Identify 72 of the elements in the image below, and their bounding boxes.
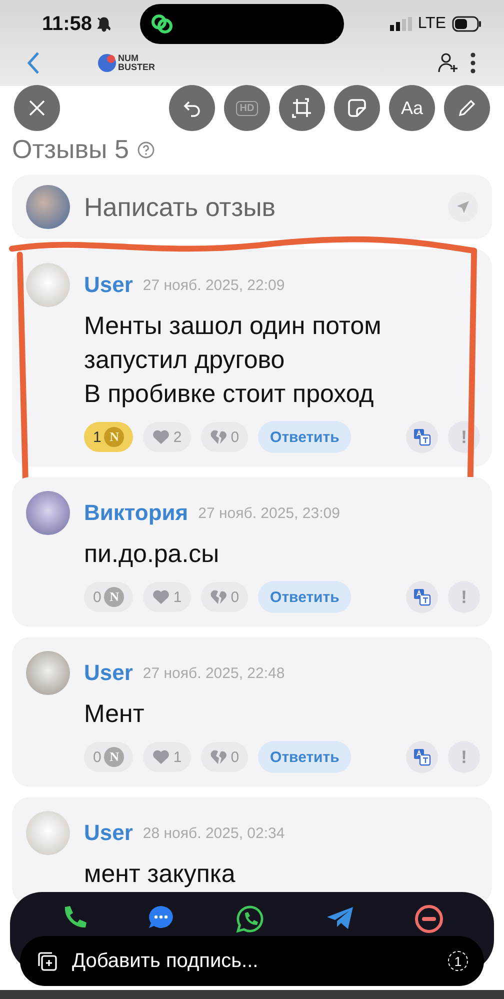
sticker-button[interactable] — [334, 85, 380, 131]
review-text: Менты зашол один потом запустил другово В пробивке стоит проход — [83, 311, 382, 410]
network-label: LTE — [418, 15, 446, 33]
translate-button[interactable] — [406, 581, 438, 613]
review-text: пи.до.ра.сы — [83, 539, 220, 570]
broken-heart-icon — [210, 589, 228, 605]
review-date: 27 нояб. 2025, 22:09 — [142, 276, 285, 294]
author-name[interactable]: Виктория — [84, 500, 188, 526]
crop-button[interactable] — [279, 85, 325, 131]
coin-button[interactable]: 0 N — [84, 742, 134, 772]
broken-heart-icon — [210, 749, 228, 765]
app-logo: NUM BUSTER — [118, 54, 156, 72]
author-name[interactable]: User — [84, 660, 133, 686]
sticker-icon — [347, 98, 367, 118]
close-button[interactable] — [14, 85, 60, 131]
phone-logo-icon — [98, 54, 116, 72]
report-button[interactable]: ! — [448, 581, 480, 613]
like-button[interactable]: 2 — [143, 422, 191, 452]
block-icon[interactable] — [414, 904, 444, 934]
add-media-icon[interactable] — [36, 950, 58, 972]
dislike-button[interactable]: 0 — [200, 582, 248, 612]
reply-button[interactable]: Ответить — [258, 741, 352, 773]
chat-phone-icon[interactable] — [234, 904, 265, 934]
review-date: 27 нояб. 2025, 22:48 — [142, 664, 285, 682]
review-date: 27 нояб. 2025, 23:09 — [198, 504, 340, 522]
muted-bell-icon — [96, 16, 112, 32]
report-button[interactable]: ! — [448, 741, 480, 773]
review-input-field[interactable]: Написать отзыв — [82, 190, 436, 224]
hd-button[interactable]: HD — [224, 85, 270, 131]
broken-heart-icon — [210, 429, 228, 445]
like-button[interactable]: 1 — [143, 742, 191, 772]
caption-field[interactable]: Добавить подпись... — [70, 948, 436, 974]
translate-icon — [413, 588, 431, 606]
review-text: мент закупка — [83, 859, 236, 890]
coin-button[interactable]: 1 N — [84, 422, 134, 452]
author-name[interactable]: User — [84, 820, 133, 846]
review-text: Мент — [83, 699, 146, 730]
avatar — [26, 185, 70, 229]
reply-button[interactable]: Ответить — [258, 581, 352, 613]
translate-button[interactable] — [406, 421, 438, 453]
text-button[interactable]: Aa — [389, 85, 435, 131]
close-icon — [28, 99, 46, 117]
status-time: 11:58 — [42, 12, 92, 36]
caption-bar[interactable]: Добавить подпись... 1 — [20, 936, 484, 986]
heart-icon — [152, 429, 170, 445]
battery-icon — [452, 16, 482, 32]
translate-icon — [413, 748, 431, 766]
review-date: 28 нояб. 2025, 02:34 — [142, 824, 285, 842]
avatar[interactable] — [26, 491, 70, 535]
more-icon[interactable] — [470, 51, 476, 75]
like-button[interactable]: 1 — [143, 582, 191, 612]
undo-button[interactable] — [169, 85, 215, 131]
heart-icon — [152, 749, 170, 765]
coin-button[interactable]: 0 N — [84, 582, 134, 612]
add-contact-icon[interactable] — [436, 51, 460, 75]
paper-plane-icon[interactable] — [324, 904, 355, 932]
pen-button[interactable] — [444, 85, 490, 131]
crop-icon — [291, 97, 313, 119]
view-once-counter[interactable]: 1 — [448, 951, 468, 971]
translate-button[interactable] — [406, 741, 438, 773]
pencil-icon — [457, 98, 477, 118]
heart-icon — [152, 589, 170, 605]
reviews-title: Отзывы 5 — [12, 134, 129, 165]
signal-icon — [390, 17, 412, 31]
dislike-button[interactable]: 0 — [200, 742, 248, 772]
back-icon[interactable] — [26, 51, 40, 75]
translate-icon — [413, 428, 431, 446]
author-name[interactable]: User — [84, 272, 133, 298]
help-icon[interactable] — [136, 140, 155, 158]
reply-button[interactable]: Ответить — [258, 421, 352, 453]
review-field[interactable]: Написать отзыв — [12, 175, 492, 239]
dislike-button[interactable]: 0 — [200, 422, 248, 452]
